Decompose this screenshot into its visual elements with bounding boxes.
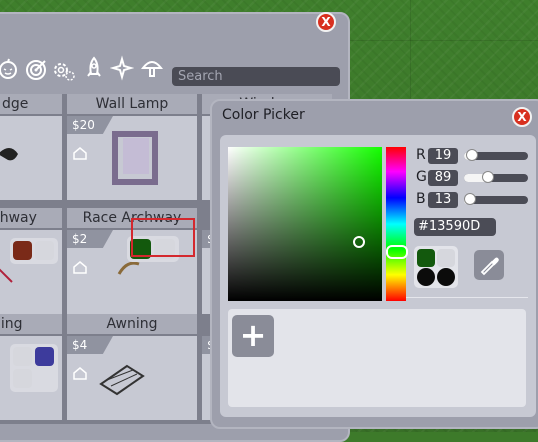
red-slider-knob[interactable] bbox=[466, 149, 478, 161]
sparkle-icon[interactable] bbox=[110, 54, 134, 82]
item-cell[interactable] bbox=[0, 336, 62, 420]
saved-color-swatch[interactable] bbox=[417, 268, 435, 286]
picker-title: Color Picker bbox=[222, 107, 305, 123]
item-thumbnail bbox=[99, 364, 145, 396]
color-swatch[interactable] bbox=[35, 347, 54, 366]
blue-value[interactable]: 13 bbox=[428, 192, 458, 208]
saved-color-swatch[interactable] bbox=[417, 249, 435, 267]
gears-icon[interactable] bbox=[52, 54, 76, 82]
picker-close-button[interactable]: X bbox=[512, 107, 532, 127]
hex-input[interactable]: #13590D bbox=[414, 218, 496, 236]
add-color-button[interactable]: + bbox=[232, 315, 274, 357]
pumpkin-icon[interactable] bbox=[0, 54, 20, 82]
house-icon bbox=[73, 261, 87, 274]
item-cell[interactable] bbox=[0, 230, 62, 314]
green-slider[interactable] bbox=[464, 171, 528, 183]
catalog-close-button[interactable]: X bbox=[316, 12, 336, 32]
category-header: ning bbox=[0, 314, 62, 334]
hue-slider[interactable] bbox=[386, 147, 406, 301]
blue-slider[interactable] bbox=[464, 193, 528, 205]
house-icon bbox=[73, 367, 87, 380]
eyedropper-button[interactable] bbox=[474, 250, 504, 280]
color-picker-window: Color Picker X R 19 G 89 B 13 #13590D + bbox=[210, 99, 538, 429]
item-cell-wall-lamp[interactable]: $20 bbox=[67, 116, 197, 200]
blue-label: B bbox=[416, 191, 426, 207]
color-swatch[interactable] bbox=[13, 347, 32, 366]
saturation-value-square[interactable] bbox=[228, 147, 382, 301]
hue-slider-thumb[interactable] bbox=[386, 245, 408, 259]
picker-body: R 19 G 89 B 13 #13590D + bbox=[220, 135, 536, 417]
saved-color-swatch[interactable] bbox=[437, 268, 455, 286]
sv-cursor[interactable] bbox=[353, 236, 365, 248]
red-label: R bbox=[416, 147, 426, 163]
divider bbox=[406, 297, 528, 298]
item-cell[interactable] bbox=[0, 116, 62, 200]
selection-highlight bbox=[131, 218, 195, 257]
category-header: Awning bbox=[67, 314, 197, 334]
search-input[interactable]: Search bbox=[172, 67, 340, 86]
rocket-icon[interactable] bbox=[82, 54, 106, 82]
blue-slider-knob[interactable] bbox=[464, 193, 476, 205]
color-swatches bbox=[10, 344, 58, 392]
green-slider-knob[interactable] bbox=[482, 171, 494, 183]
eyedropper-icon bbox=[480, 257, 499, 276]
saved-color-swatch[interactable] bbox=[437, 249, 455, 267]
house-icon bbox=[73, 147, 87, 160]
item-thumbnail bbox=[112, 131, 158, 185]
green-value[interactable]: 89 bbox=[428, 170, 458, 186]
target-icon[interactable] bbox=[24, 54, 48, 82]
mushroom-icon[interactable] bbox=[140, 54, 164, 82]
price-tag: $4 bbox=[67, 336, 113, 354]
color-swatch[interactable] bbox=[13, 241, 32, 260]
item-thumbnail bbox=[0, 268, 13, 283]
category-toolbar bbox=[0, 54, 172, 88]
price-tag: $2 bbox=[67, 230, 113, 248]
saved-colors bbox=[414, 246, 458, 288]
red-slider[interactable] bbox=[464, 149, 528, 161]
red-value[interactable]: 19 bbox=[428, 148, 458, 164]
color-swatch[interactable] bbox=[13, 369, 32, 388]
category-header: dge bbox=[0, 94, 62, 114]
category-header: Wall Lamp bbox=[67, 94, 197, 114]
color-swatch[interactable] bbox=[35, 241, 54, 260]
category-header: chway bbox=[0, 208, 62, 228]
item-thumbnail bbox=[0, 148, 18, 161]
green-label: G bbox=[416, 169, 427, 185]
item-cell-awning[interactable]: $4 bbox=[67, 336, 197, 420]
grid-line bbox=[410, 0, 411, 100]
